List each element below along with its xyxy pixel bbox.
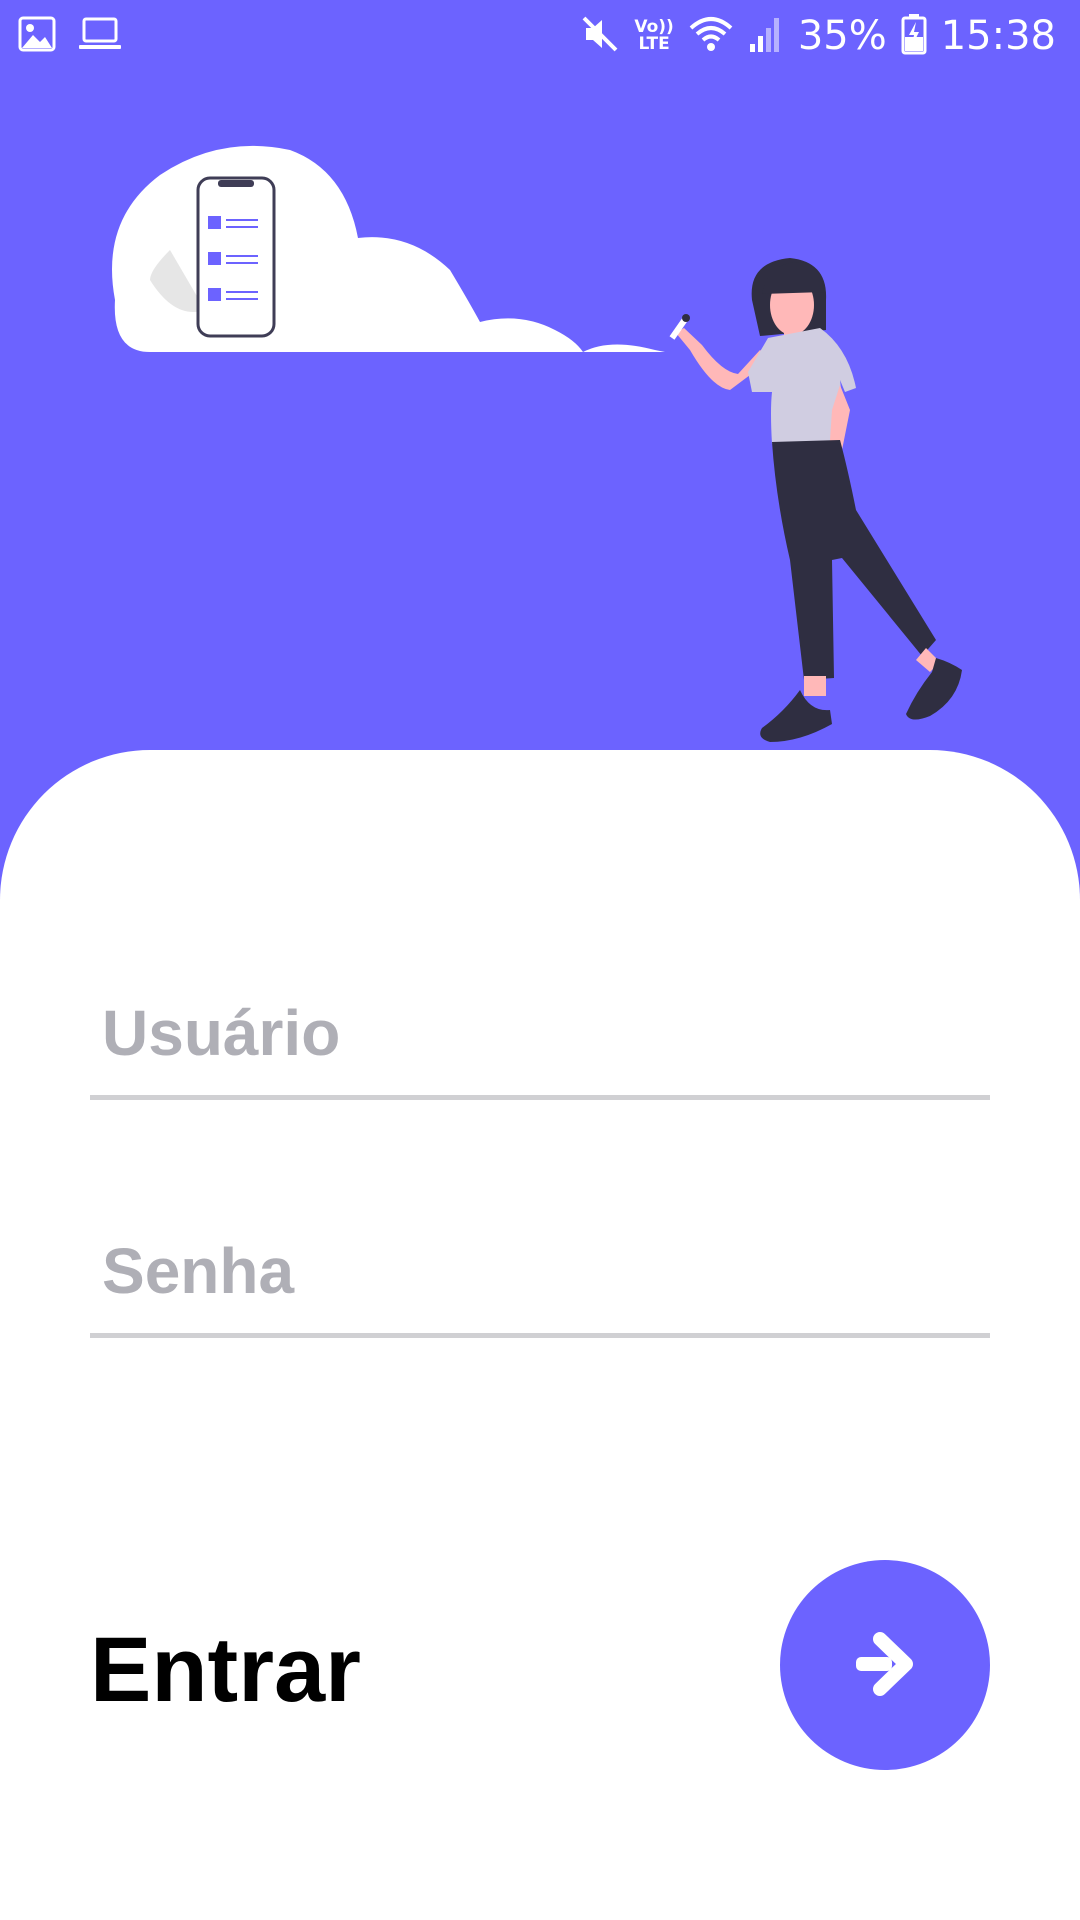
gallery-icon xyxy=(18,16,56,57)
signal-icon xyxy=(748,14,784,59)
volte-icon: Vo)) LTE xyxy=(634,17,674,54)
status-bar: Vo)) LTE 35% 15:38 xyxy=(0,0,1080,72)
password-input[interactable] xyxy=(102,1231,972,1311)
battery-charging-icon xyxy=(901,13,927,60)
laptop-icon xyxy=(78,16,122,57)
username-field[interactable] xyxy=(90,980,990,1100)
password-field[interactable] xyxy=(90,1218,990,1338)
cloud-illustration xyxy=(112,145,665,352)
hero-illustration xyxy=(112,145,962,742)
username-input[interactable] xyxy=(102,993,972,1073)
phone-checklist-illustration xyxy=(196,176,276,338)
login-label: Entrar xyxy=(90,1619,361,1721)
wifi-icon xyxy=(688,14,734,59)
login-submit-button[interactable] xyxy=(780,1560,990,1770)
woman-illustration xyxy=(669,258,962,742)
arrow-right-icon xyxy=(850,1629,920,1702)
battery-percent: 35% xyxy=(797,13,887,59)
clock: 15:38 xyxy=(940,13,1056,59)
mute-icon xyxy=(580,14,620,59)
